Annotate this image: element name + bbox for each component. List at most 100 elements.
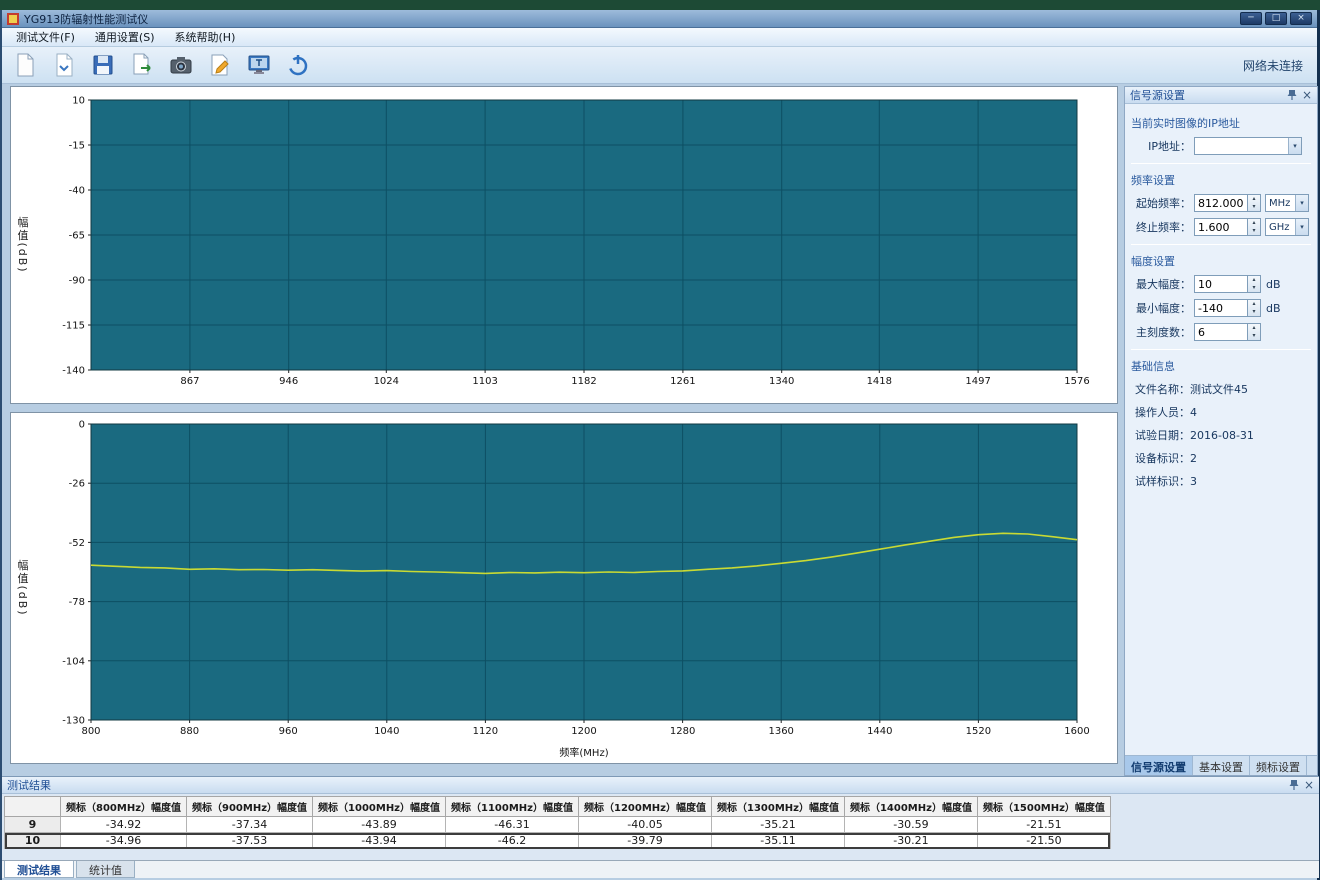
chevron-down-icon[interactable]: ▾ <box>1295 219 1308 235</box>
stop-frequency-input[interactable] <box>1194 218 1248 236</box>
minimize-button[interactable]: ─ <box>1240 12 1262 25</box>
amplitude-group-title: 幅度设置 <box>1131 253 1311 269</box>
spin-up-icon[interactable]: ▴ <box>1248 219 1260 227</box>
operator-info: 操作人员：4 <box>1135 404 1311 420</box>
spin-up-icon[interactable]: ▴ <box>1248 324 1260 332</box>
svg-text:867: 867 <box>180 376 199 387</box>
svg-text:1440: 1440 <box>867 726 892 737</box>
spin-up-icon[interactable]: ▴ <box>1248 300 1260 308</box>
tab-test-results[interactable]: 测试结果 <box>4 861 74 878</box>
min-amplitude-label: 最小幅度： <box>1131 300 1191 316</box>
tab-statistics[interactable]: 统计值 <box>76 861 135 878</box>
spin-up-icon[interactable]: ▴ <box>1248 195 1260 203</box>
divider <box>1131 244 1311 245</box>
cell-value: -35.21 <box>711 817 844 833</box>
svg-text:-40: -40 <box>69 186 85 197</box>
svg-text:1103: 1103 <box>472 376 497 387</box>
svg-text:1497: 1497 <box>965 376 990 387</box>
chevron-down-icon[interactable]: ▾ <box>1288 138 1301 154</box>
tab-marker-settings[interactable]: 频标设置 <box>1250 756 1307 775</box>
lower-chart-ylabel: 幅值(dB) <box>14 559 30 616</box>
network-status: 网络未连接 <box>1243 57 1309 74</box>
chevron-down-icon[interactable]: ▾ <box>1295 195 1308 211</box>
pin-icon[interactable] <box>1289 779 1299 791</box>
start-frequency-unit-select[interactable]: MHz ▾ <box>1265 194 1309 212</box>
max-amplitude-stepper[interactable]: ▴▾ <box>1248 275 1261 293</box>
svg-text:880: 880 <box>180 726 199 737</box>
results-table: 频标（800MHz）幅度值频标（900MHz）幅度值频标（1000MHz）幅度值… <box>4 796 1111 849</box>
max-amplitude-input[interactable] <box>1194 275 1248 293</box>
svg-text:-78: -78 <box>69 597 85 608</box>
screenshot-icon[interactable] <box>166 50 196 80</box>
stop-frequency-stepper[interactable]: ▴▾ <box>1248 218 1261 236</box>
results-column-header: 频标（1100MHz）幅度值 <box>446 797 579 817</box>
signal-panel-header: 信号源设置 × <box>1125 87 1317 104</box>
svg-text:-130: -130 <box>62 716 85 727</box>
ip-group-title: 当前实时图像的IP地址 <box>1131 115 1311 131</box>
cell-value: -46.31 <box>446 817 579 833</box>
menu-item-system-help[interactable]: 系统帮助(H) <box>165 27 246 47</box>
power-icon[interactable] <box>283 50 313 80</box>
spin-up-icon[interactable]: ▴ <box>1248 276 1260 284</box>
cell-value: -21.50 <box>977 833 1110 849</box>
results-column-header: 频标（1400MHz）幅度值 <box>844 797 977 817</box>
results-column-header: 频标（1200MHz）幅度值 <box>579 797 712 817</box>
spin-down-icon[interactable]: ▾ <box>1248 203 1260 211</box>
close-icon[interactable]: × <box>1302 90 1312 100</box>
display-icon[interactable] <box>244 50 274 80</box>
tab-basic-settings[interactable]: 基本设置 <box>1193 756 1250 775</box>
max-amplitude-label: 最大幅度： <box>1131 276 1191 292</box>
svg-text:-52: -52 <box>69 538 85 549</box>
export-file-icon[interactable] <box>127 50 157 80</box>
pin-icon[interactable] <box>1287 89 1297 101</box>
tab-signal-source-settings[interactable]: 信号源设置 <box>1125 756 1193 775</box>
divider <box>1131 163 1311 164</box>
frequency-group-title: 频率设置 <box>1131 172 1311 188</box>
edit-icon[interactable] <box>205 50 235 80</box>
test-results-panel: 测试结果 × 频标（800MHz）幅度值频标（900MHz）幅度值频标（1000… <box>2 776 1319 860</box>
min-amplitude-input[interactable] <box>1194 299 1248 317</box>
spin-down-icon[interactable]: ▾ <box>1248 227 1260 235</box>
svg-text:1576: 1576 <box>1064 376 1089 387</box>
new-file-icon[interactable] <box>10 50 40 80</box>
min-amplitude-stepper[interactable]: ▴▾ <box>1248 299 1261 317</box>
maximize-button[interactable]: □ <box>1265 12 1287 25</box>
results-column-header: 频标（800MHz）幅度值 <box>61 797 187 817</box>
start-frequency-unit: MHz <box>1266 198 1295 209</box>
test-date-info: 试验日期：2016-08-31 <box>1135 427 1311 443</box>
signal-panel-body: 当前实时图像的IP地址 IP地址： ▾ 频率设置 起始频率： ▴▾ MHz ▾ <box>1125 104 1317 755</box>
cell-value: -39.79 <box>579 833 712 849</box>
results-panel-header: 测试结果 × <box>2 777 1319 794</box>
save-icon[interactable] <box>88 50 118 80</box>
menu-item-general-settings[interactable]: 通用设置(S) <box>85 27 165 47</box>
spin-down-icon[interactable]: ▾ <box>1248 308 1260 316</box>
svg-text:1040: 1040 <box>374 726 399 737</box>
spin-down-icon[interactable]: ▾ <box>1248 332 1260 340</box>
svg-text:1200: 1200 <box>571 726 596 737</box>
close-icon[interactable]: × <box>1304 780 1314 790</box>
start-frequency-input[interactable] <box>1194 194 1248 212</box>
svg-text:-15: -15 <box>69 141 85 152</box>
major-ticks-stepper[interactable]: ▴▾ <box>1248 323 1261 341</box>
toolbar: 网络未连接 <box>2 47 1317 84</box>
table-row[interactable]: 9-34.92-37.34-43.89-46.31-40.05-35.21-30… <box>5 817 1111 833</box>
close-button[interactable]: × <box>1290 12 1312 25</box>
stop-frequency-unit-select[interactable]: GHz ▾ <box>1265 218 1309 236</box>
start-frequency-stepper[interactable]: ▴▾ <box>1248 194 1261 212</box>
svg-text:1024: 1024 <box>374 376 399 387</box>
spin-down-icon[interactable]: ▾ <box>1248 284 1260 292</box>
signal-panel-title: 信号源设置 <box>1130 87 1185 103</box>
title-bar: YG913防辐射性能测试仪 ─ □ × <box>2 10 1317 28</box>
chart-area: 幅值(dB) 10-15-40-65-90-115-14086794610241… <box>10 86 1118 772</box>
menu-item-test-file[interactable]: 测试文件(F) <box>6 27 85 47</box>
open-file-icon[interactable] <box>49 50 79 80</box>
major-ticks-input[interactable] <box>1194 323 1248 341</box>
table-row[interactable]: 10-34.96-37.53-43.94-46.2-39.79-35.11-30… <box>5 833 1111 849</box>
basic-info-group-title: 基础信息 <box>1131 358 1311 374</box>
ip-address-select[interactable]: ▾ <box>1194 137 1302 155</box>
svg-text:-26: -26 <box>69 479 85 490</box>
cell-value: -37.53 <box>187 833 313 849</box>
divider <box>1131 349 1311 350</box>
cell-value: -46.2 <box>446 833 579 849</box>
ip-label: IP地址： <box>1131 138 1191 154</box>
